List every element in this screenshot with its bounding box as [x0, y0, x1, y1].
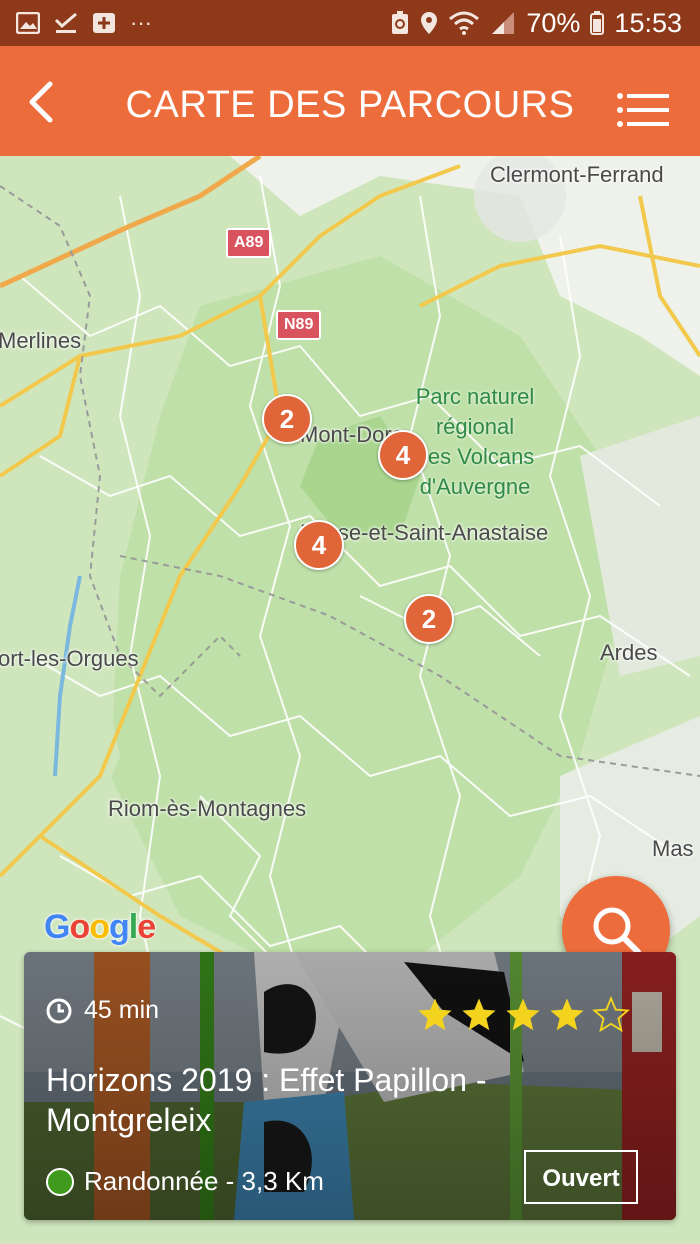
google-logo-letter: o — [89, 908, 110, 946]
place-label-clermont: Clermont-Ferrand — [490, 162, 664, 187]
duration: 45 min — [46, 996, 159, 1025]
hamburger-menu-icon — [617, 93, 669, 127]
place-label-bort: ort-les-Orgues — [0, 646, 139, 671]
wifi-icon — [449, 11, 480, 35]
route-cluster-marker[interactable]: 2 — [262, 394, 312, 444]
google-logo-letter: G — [44, 908, 70, 946]
checkmark-icon — [54, 12, 77, 33]
route-title: Horizons 2019 : Effet Papillon - Montgre… — [46, 1062, 487, 1138]
rating-stars — [416, 996, 630, 1034]
place-label-riom: Riom-ès-Montagnes — [108, 796, 307, 821]
clock-icon — [46, 998, 72, 1023]
park-label-line: d'Auvergne — [419, 474, 531, 499]
google-logo-letter: g — [109, 908, 130, 946]
google-logo: Google — [44, 908, 156, 947]
park-label-line: régional — [435, 414, 515, 439]
place-label-ardes: Ardes — [600, 640, 658, 665]
google-logo-letter: l — [128, 908, 139, 946]
menu-button[interactable] — [616, 92, 670, 128]
battery-percent: 70% — [526, 7, 581, 38]
status-bar: ··· 70% 15:53 — [0, 0, 700, 46]
recycle-battery-icon — [392, 11, 409, 34]
system-icons: 70% 15:53 — [390, 8, 682, 38]
app-bar: CARTE DES PARCOURS — [0, 46, 700, 156]
page-title: CARTE DES PARCOURS — [125, 84, 575, 126]
route-cluster-marker[interactable]: 4 — [294, 520, 344, 570]
status-open-badge[interactable]: Ouvert — [524, 1150, 638, 1204]
road-shield-a89: A89 — [226, 228, 272, 258]
route-cluster-marker[interactable]: 4 — [378, 430, 428, 480]
notification-icons: ··· — [16, 8, 152, 38]
clock: 15:53 — [614, 7, 682, 38]
category-text: Randonnée - 3,3 Km — [84, 1166, 324, 1196]
google-logo-letter: e — [137, 908, 156, 946]
gallery-icon — [16, 12, 40, 34]
star-filled-icon — [506, 998, 540, 1031]
place-label-massiac: Mas — [652, 836, 694, 861]
duration-text: 45 min — [84, 996, 160, 1024]
route-card[interactable]: 45 min Horizons 2019 : Effet Papillon - … — [24, 952, 676, 1220]
route-category: Randonnée - 3,3 Km — [46, 1166, 324, 1197]
google-logo-letter: o — [69, 908, 90, 946]
signal-icon — [492, 12, 515, 34]
road-shield-n89: N89 — [276, 310, 322, 340]
category-dot-icon — [46, 1167, 74, 1196]
route-cluster-marker[interactable]: 2 — [404, 594, 454, 644]
park-label-line: Parc naturel — [415, 384, 535, 409]
star-filled-icon — [462, 998, 496, 1031]
star-empty-icon — [592, 996, 630, 1033]
more-notifications: ··· — [130, 10, 152, 35]
place-label-merlines: Merlines — [0, 328, 82, 353]
medical-box-icon — [93, 13, 115, 33]
star-filled-icon — [418, 998, 452, 1031]
star-filled-icon — [550, 998, 584, 1031]
battery-icon — [590, 11, 605, 35]
location-icon — [421, 12, 438, 34]
